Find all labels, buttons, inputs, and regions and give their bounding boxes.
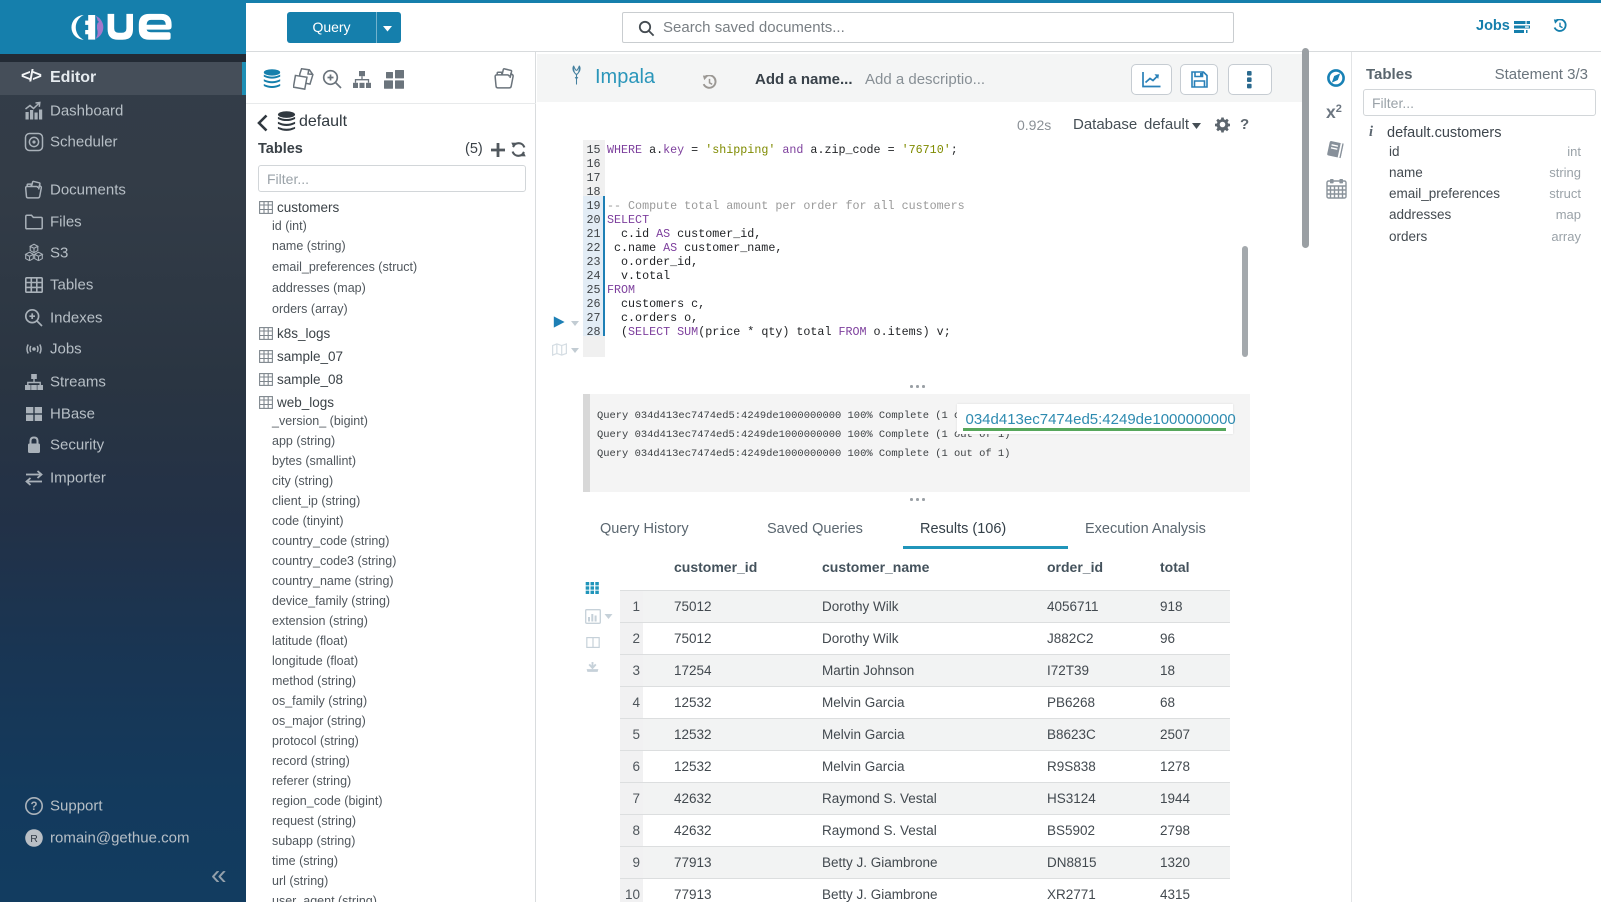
svg-text:R: R xyxy=(30,833,38,845)
svg-text:?: ? xyxy=(30,801,37,813)
